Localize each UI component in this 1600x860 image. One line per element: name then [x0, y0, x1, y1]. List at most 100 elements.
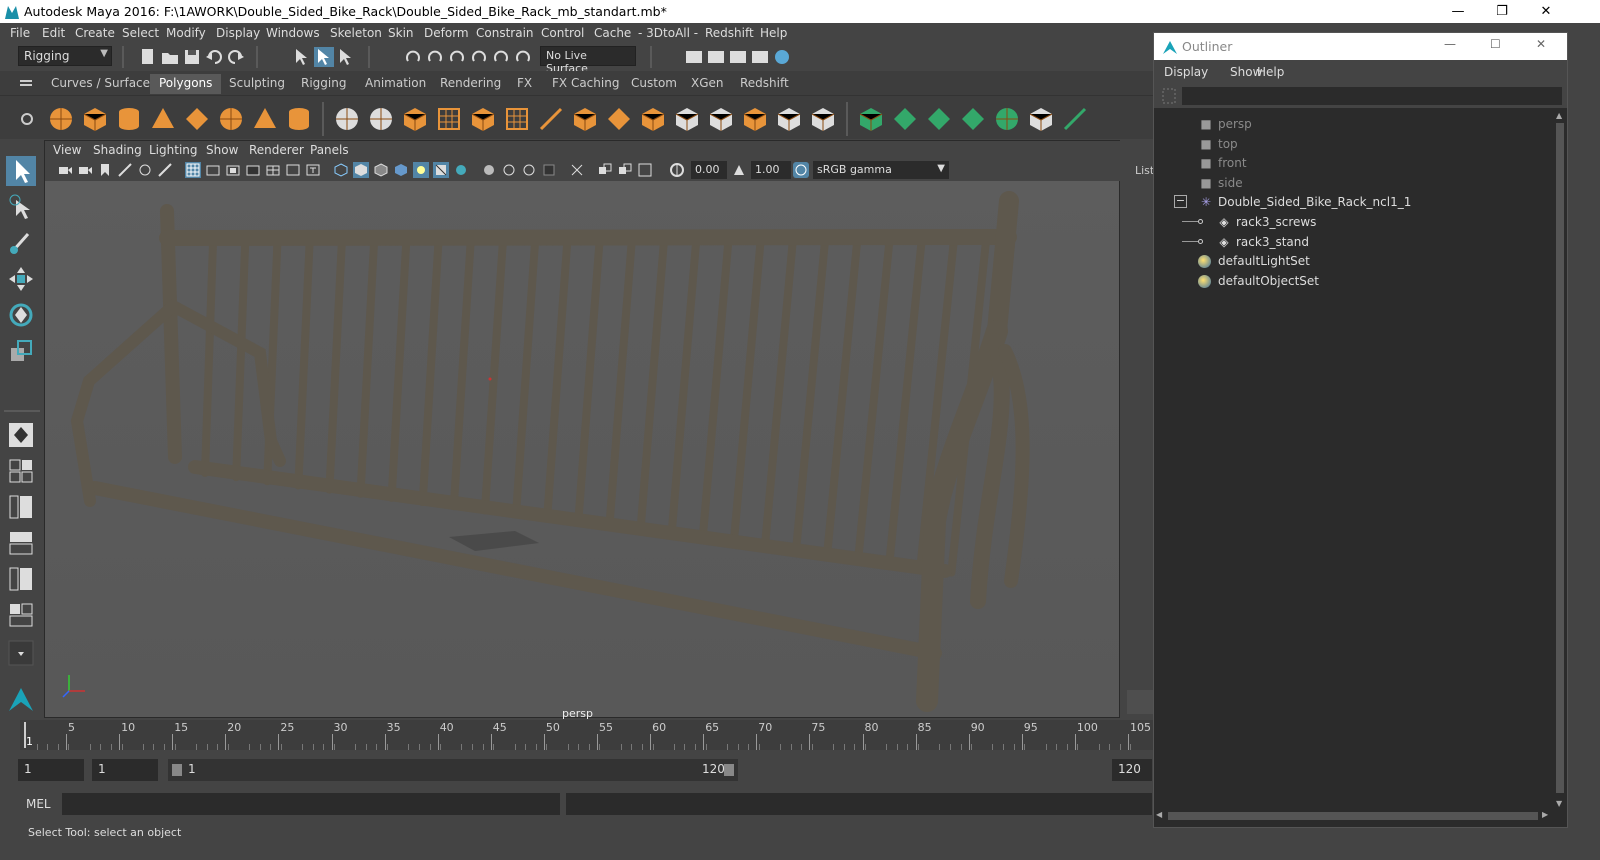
time-ruler[interactable]: 5 10 15 20 25 30 35 40 45 50 55 60 65 70 75 80 85 90 95 100…: [20, 720, 1155, 750]
fill-hole-icon[interactable]: [674, 106, 700, 132]
wireframe-on-shaded-icon[interactable]: [373, 162, 389, 178]
2d-pan-zoom-icon[interactable]: [137, 162, 153, 178]
ipr-render-icon[interactable]: [728, 47, 748, 67]
poly-plane-icon[interactable]: [184, 106, 210, 132]
persp-graph-layout-icon[interactable]: [6, 528, 36, 558]
outliner-item-front[interactable]: ■ front: [1154, 154, 1552, 173]
render-frame-icon[interactable]: [706, 47, 726, 67]
snap-point-icon[interactable]: [448, 47, 468, 67]
outliner-search-input[interactable]: [1182, 87, 1562, 105]
shelf-tab-sculpting[interactable]: Sculpting: [220, 74, 294, 94]
poly-pipe-icon[interactable]: [286, 106, 312, 132]
mirror-icon[interactable]: [402, 106, 428, 132]
rotate-tool-icon[interactable]: [6, 300, 36, 330]
shelf-tab-fx[interactable]: FX: [508, 74, 541, 94]
make-live-icon[interactable]: [514, 47, 534, 67]
layout-menu-icon[interactable]: [6, 638, 36, 668]
outliner-item-defaultlightset[interactable]: defaultLightSet: [1154, 252, 1552, 271]
viewport-menu-lighting[interactable]: Lighting: [149, 143, 198, 157]
scroll-right-icon[interactable]: ▶: [1542, 810, 1548, 819]
shelf-tab-curves-surfaces[interactable]: Curves / Surfaces: [42, 74, 165, 94]
textured-icon[interactable]: [393, 162, 409, 178]
range-start-handle[interactable]: [172, 764, 182, 776]
snap-surface-icon[interactable]: [492, 47, 512, 67]
film-gate-icon[interactable]: [205, 162, 221, 178]
menu-redshift[interactable]: Redshift: [705, 26, 754, 40]
menu-3dtoall[interactable]: - 3DtoAll -: [638, 26, 698, 40]
shelf-tab-redshift[interactable]: Redshift: [731, 74, 798, 94]
scroll-left-icon[interactable]: ◀: [1156, 810, 1162, 819]
shelf-tab-xgen[interactable]: XGen: [682, 74, 733, 94]
field-chart-icon[interactable]: [265, 162, 281, 178]
auto-map-icon[interactable]: [994, 106, 1020, 132]
shelf-tab-polygons[interactable]: Polygons: [150, 74, 222, 94]
outliner-minimize-button[interactable]: —: [1444, 37, 1456, 51]
collapse-icon[interactable]: [742, 106, 768, 132]
gear-icon[interactable]: [20, 112, 34, 126]
shelf-tab-rigging[interactable]: Rigging: [292, 74, 355, 94]
outliner-item-rack3-stand[interactable]: ◈ rack3_stand: [1154, 233, 1552, 252]
mel-input[interactable]: [62, 793, 560, 815]
poly-pyramid-icon[interactable]: [252, 106, 278, 132]
scroll-thumb[interactable]: [1556, 123, 1564, 793]
outliner-vertical-scrollbar[interactable]: ▲ ▼: [1553, 109, 1567, 814]
range-end-handle[interactable]: [724, 764, 734, 776]
color-management-icon[interactable]: [793, 162, 809, 178]
planar-map-icon[interactable]: [892, 106, 918, 132]
outliner-close-button[interactable]: ✕: [1536, 37, 1546, 51]
menu-skeleton[interactable]: Skeleton: [330, 26, 382, 40]
menu-windows[interactable]: Windows: [266, 26, 320, 40]
open-scene-icon[interactable]: [160, 47, 180, 67]
outliner-menu-help[interactable]: Help: [1257, 65, 1284, 79]
shelf-tab-custom[interactable]: Custom: [622, 74, 686, 94]
xray-joints-icon[interactable]: [597, 162, 613, 178]
menu-file[interactable]: File: [10, 26, 30, 40]
color-space-dropdown[interactable]: sRGB gamma ▼: [813, 161, 949, 179]
snap-grid-icon[interactable]: [404, 47, 424, 67]
shelf-tab-fx-caching[interactable]: FX Caching: [543, 74, 628, 94]
single-perspective-view-icon[interactable]: [6, 420, 36, 450]
xray-icon[interactable]: [569, 162, 585, 178]
use-all-lights-icon[interactable]: [413, 162, 429, 178]
shadows-icon[interactable]: [433, 162, 449, 178]
outliner-horizontal-scrollbar[interactable]: ◀ ▶: [1154, 809, 1553, 823]
anim-start-field[interactable]: 1: [92, 759, 158, 781]
menu-cache[interactable]: Cache: [594, 26, 631, 40]
menu-help[interactable]: Help: [760, 26, 787, 40]
range-slider[interactable]: 1 120: [168, 759, 738, 781]
close-button[interactable]: ✕: [1524, 0, 1568, 23]
scroll-down-icon[interactable]: ▼: [1556, 799, 1562, 808]
live-surface-field[interactable]: No Live Surface: [540, 46, 636, 75]
bevel-icon[interactable]: [640, 106, 666, 132]
poly-sphere-icon[interactable]: [48, 106, 74, 132]
viewport-menu-panels[interactable]: Panels: [310, 143, 349, 157]
camera-attributes-icon[interactable]: [77, 162, 93, 178]
move-tool-icon[interactable]: [6, 264, 36, 294]
menu-select[interactable]: Select: [122, 26, 159, 40]
select-hierarchy-icon[interactable]: [292, 47, 312, 67]
collapse-toggle-icon[interactable]: −: [1174, 195, 1187, 209]
viewport-canvas[interactable]: persp: [45, 181, 1119, 720]
screen-space-ao-icon[interactable]: [453, 162, 469, 178]
outliner-item-defaultobjectset[interactable]: defaultObjectSet: [1154, 272, 1552, 291]
new-scene-icon[interactable]: [138, 47, 158, 67]
persp-outliner-layout-icon[interactable]: [6, 492, 36, 522]
menu-modify[interactable]: Modify: [166, 26, 206, 40]
grid-toggle-icon[interactable]: [185, 162, 201, 178]
four-view-icon[interactable]: [6, 456, 36, 486]
cut-uv-icon[interactable]: [1062, 106, 1088, 132]
menu-edit[interactable]: Edit: [42, 26, 65, 40]
visibility-dot-icon[interactable]: [1198, 238, 1203, 244]
fit-view-icon[interactable]: [637, 162, 653, 178]
menu-constrain[interactable]: Constrain: [476, 26, 534, 40]
menu-display[interactable]: Display: [216, 26, 260, 40]
viewport-menu-view[interactable]: View: [53, 143, 81, 157]
poly-torus-icon[interactable]: [218, 106, 244, 132]
save-scene-icon[interactable]: [182, 47, 202, 67]
outliner-item-persp[interactable]: ■ persp: [1154, 115, 1552, 134]
resolution-gate-icon[interactable]: [225, 162, 241, 178]
maya-home-icon[interactable]: [6, 684, 36, 714]
outliner-menu-display[interactable]: Display: [1164, 65, 1208, 79]
gate-mask-icon[interactable]: [245, 162, 261, 178]
multisample-aa-icon[interactable]: [501, 162, 517, 178]
